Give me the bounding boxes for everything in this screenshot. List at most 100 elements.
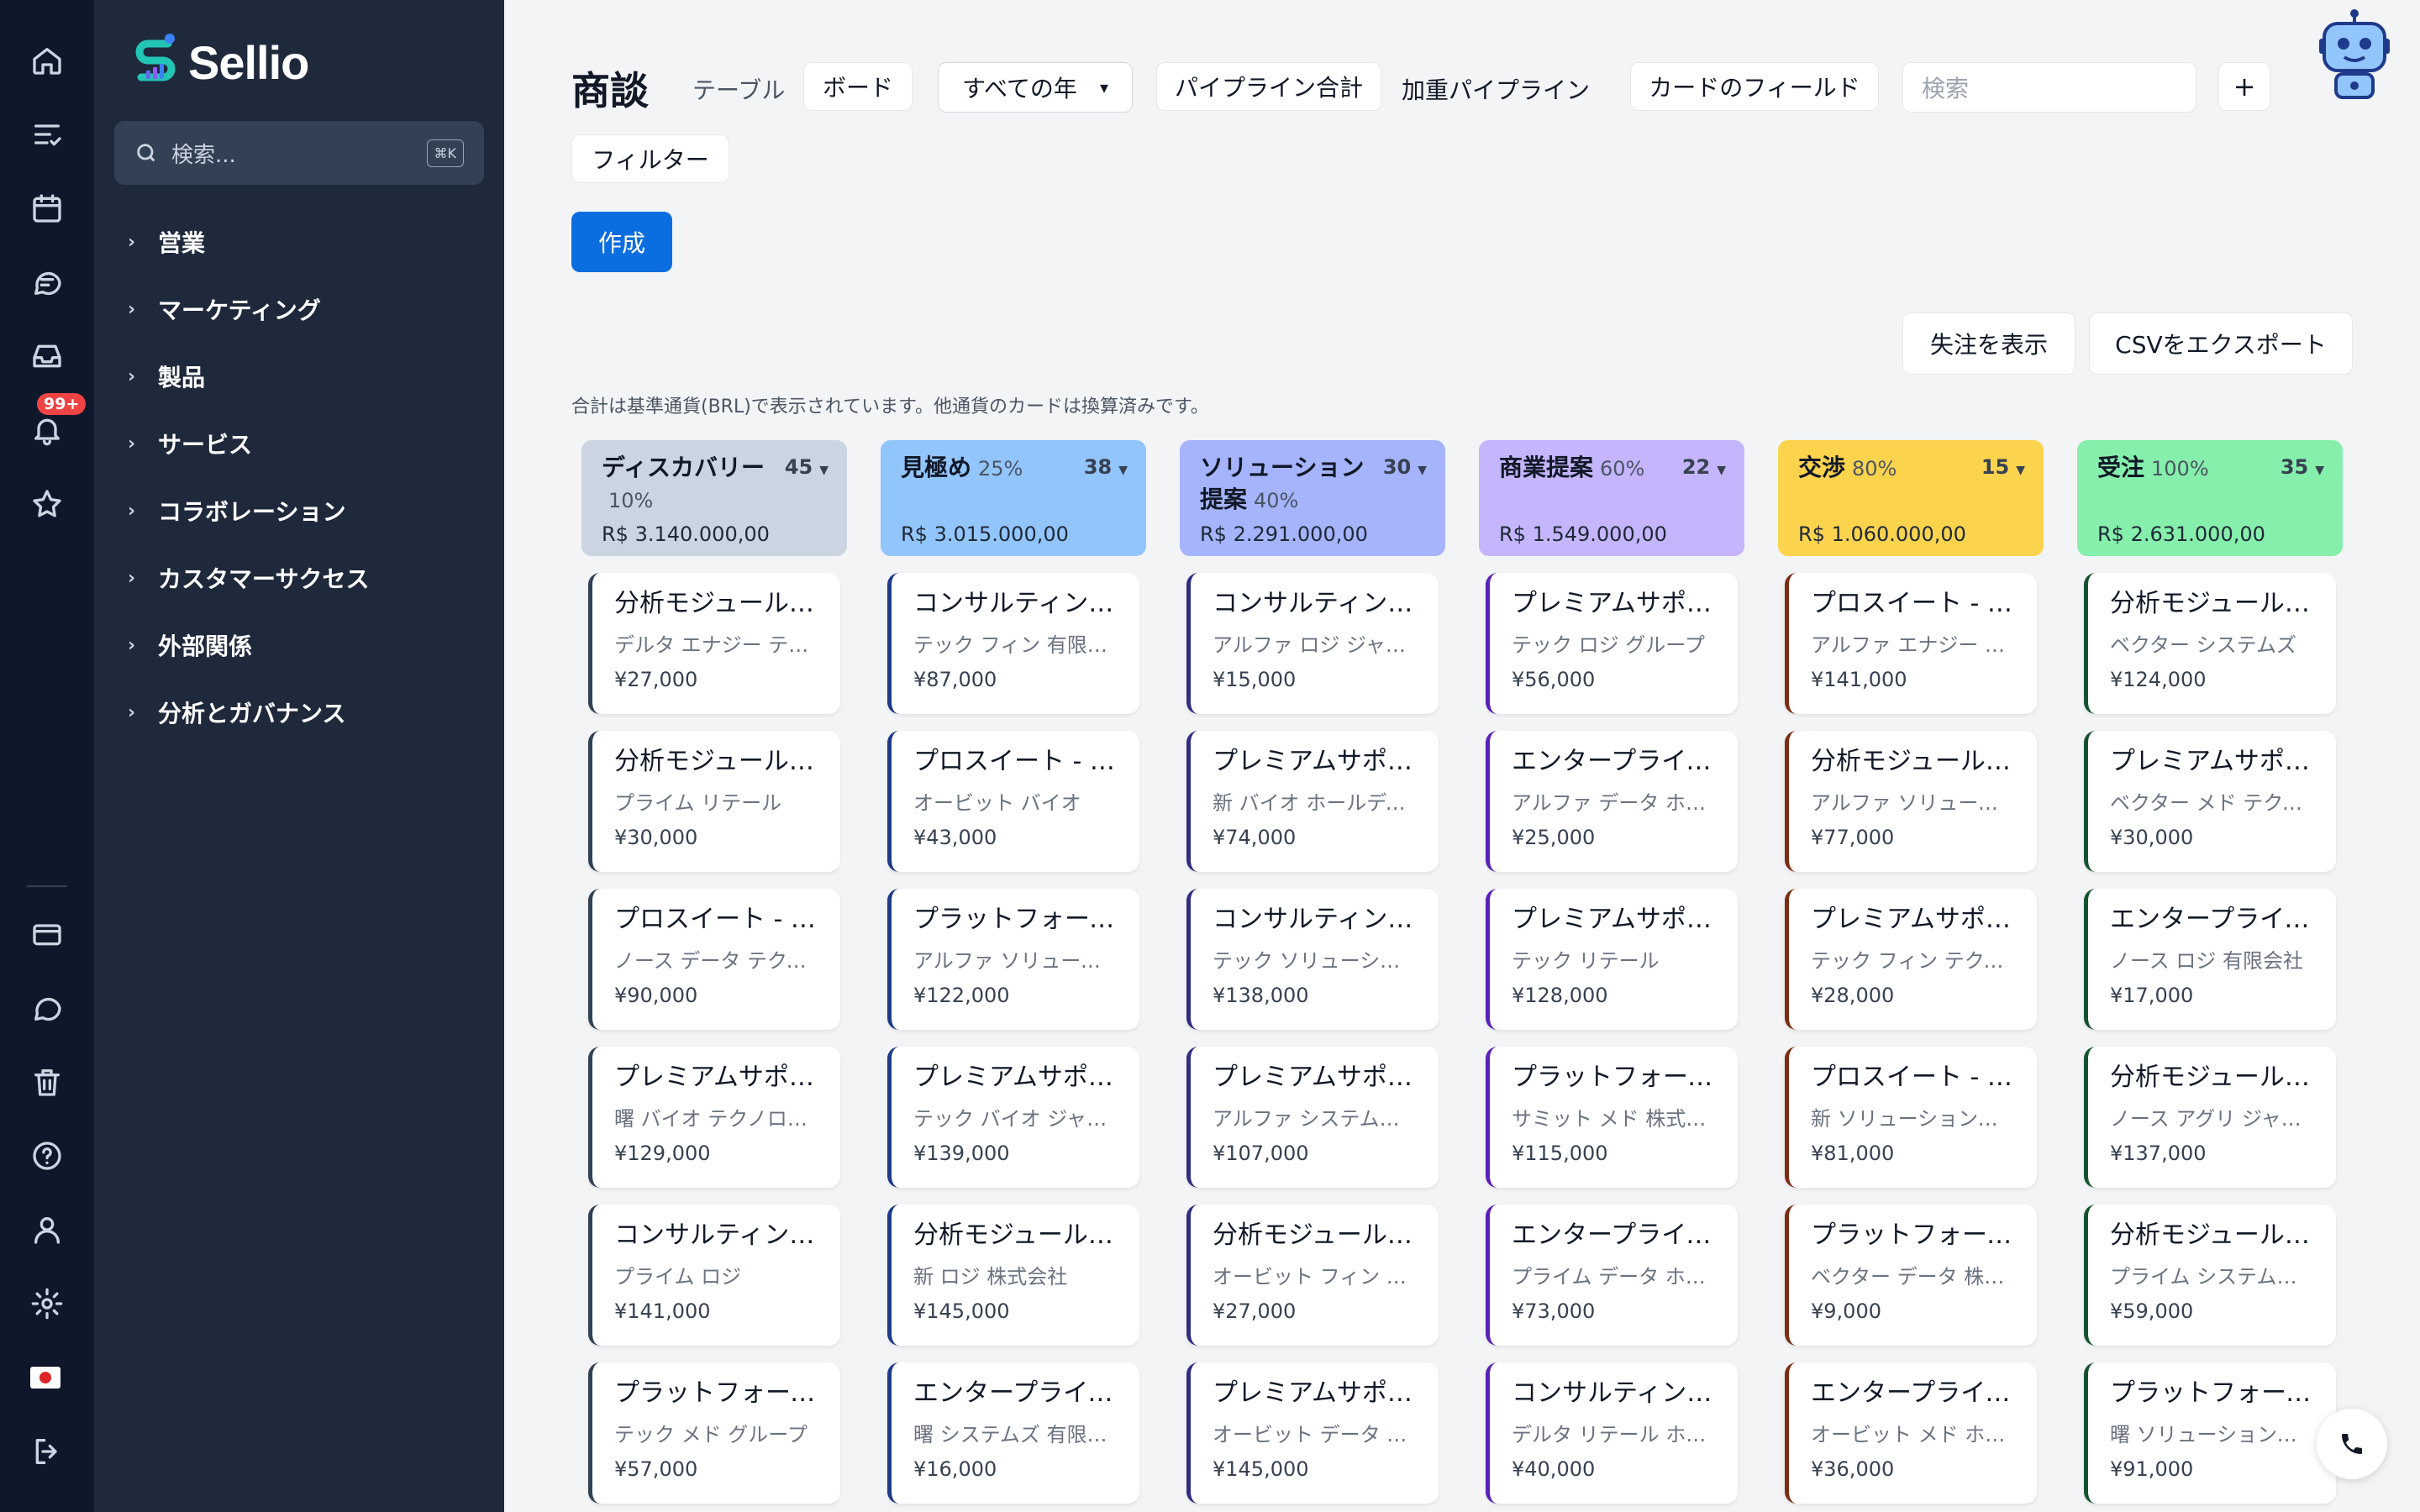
deal-card[interactable]: 分析モジュール - … ノース アグリ ジャパン ¥137,000: [2084, 1047, 2336, 1188]
column-header[interactable]: 受注 100% 35 ▼ R$ 2.631.000,00: [2077, 440, 2343, 556]
deal-card[interactable]: プレミアムサポー… テック ロジ グループ ¥56,000: [1486, 573, 1738, 714]
trash-icon[interactable]: [27, 1062, 67, 1102]
deal-card[interactable]: エンタープライズ… アルファ データ ホー… ¥25,000: [1486, 731, 1738, 872]
deal-card[interactable]: コンサルティング… デルタ リテール ホー… ¥40,000: [1486, 1362, 1738, 1504]
deal-card[interactable]: コンサルティング… アルファ ロジ ジャパ… ¥15,000: [1186, 573, 1439, 714]
deal-title: プロスイート - オ…: [913, 747, 1119, 776]
column-count[interactable]: 22 ▼: [1682, 455, 1726, 479]
tab-board[interactable]: ボード: [803, 62, 913, 111]
deal-card[interactable]: プロスイート - 新… 新 ソリューションズ … ¥81,000: [1785, 1047, 2037, 1188]
deal-amount: ¥40,000: [1512, 1457, 1596, 1481]
deal-card[interactable]: 分析モジュール - … プライム システムズ … ¥59,000: [2084, 1205, 2336, 1346]
column-header[interactable]: 商業提案 60% 22 ▼ R$ 1.549.000,00: [1479, 440, 1744, 556]
column-count[interactable]: 45 ▼: [785, 455, 829, 479]
tasks-icon[interactable]: [27, 114, 67, 155]
deal-card[interactable]: エンタープライズ… オービット メド ホー… ¥36,000: [1785, 1362, 2037, 1504]
chevron-right-icon: ›: [128, 500, 136, 522]
deal-card[interactable]: エンタープライズ… 曙 システムズ 有限会… ¥16,000: [887, 1362, 1139, 1504]
deal-amount: ¥107,000: [1213, 1142, 1309, 1165]
deal-card[interactable]: プレミアムサポー… オービット データ ジ… ¥145,000: [1186, 1362, 1439, 1504]
column-count[interactable]: 38 ▼: [1084, 455, 1128, 479]
sidebar-item-analytics[interactable]: › 分析とガバナンス: [128, 679, 369, 746]
deal-card[interactable]: 分析モジュール - … デルタ エナジー テク… ¥27,000: [588, 573, 840, 714]
bell-icon[interactable]: [27, 410, 67, 450]
pipeline-total-toggle[interactable]: パイプライン合計: [1156, 62, 1381, 111]
column-count[interactable]: 15 ▼: [1981, 455, 2025, 479]
deal-card[interactable]: 分析モジュール - … アルファ ソリューシ… ¥77,000: [1785, 731, 2037, 872]
star-icon[interactable]: [27, 484, 67, 524]
deal-card[interactable]: 分析モジュール - … プライム リテール ¥30,000: [588, 731, 840, 872]
flag-icon[interactable]: [30, 1367, 60, 1389]
sidebar-item-service[interactable]: › サービス: [128, 410, 369, 477]
deal-card[interactable]: コンサルティング… テック ソリューショ… ¥138,000: [1186, 889, 1439, 1030]
deal-card[interactable]: プロスイート - オ… オービット バイオ ¥43,000: [887, 731, 1139, 872]
deal-company: ベクター システムズ: [2110, 633, 2296, 657]
deal-card[interactable]: プレミアムサポー… テック リテール ¥128,000: [1486, 889, 1738, 1030]
deal-amount: ¥91,000: [2110, 1457, 2194, 1481]
filter-button[interactable]: フィルター: [571, 134, 729, 183]
column-header[interactable]: ディスカバリー 10% 45 ▼ R$ 3.140.000,00: [581, 440, 847, 556]
deal-card[interactable]: プレミアムサポー… 曙 バイオ テクノロジ… ¥129,000: [588, 1047, 840, 1188]
deal-card[interactable]: プラットフォーム… サミット メド 株式… ¥115,000: [1486, 1047, 1738, 1188]
create-button[interactable]: 作成: [571, 212, 672, 272]
deal-card[interactable]: エンタープライズ… ノース ロジ 有限会社 ¥17,000: [2084, 889, 2336, 1030]
deal-company: アルファ ロジ ジャパ…: [1213, 633, 1418, 657]
deal-card[interactable]: コンサルティング… プライム ロジ ¥141,000: [588, 1205, 840, 1346]
tab-table[interactable]: テーブル: [692, 72, 785, 106]
message-icon[interactable]: [27, 988, 67, 1028]
inbox-icon[interactable]: [27, 336, 67, 376]
sidebar-item-products[interactable]: › 製品: [128, 343, 369, 410]
deal-card[interactable]: プレミアムサポー… アルファ システムズ … ¥107,000: [1186, 1047, 1439, 1188]
deal-card[interactable]: プレミアムサポー… 新 バイオ ホールディ… ¥74,000: [1186, 731, 1439, 872]
help-icon[interactable]: [27, 1136, 67, 1176]
deal-card[interactable]: プレミアムサポー… テック バイオ ジャパ… ¥139,000: [887, 1047, 1139, 1188]
assistant-bot-icon[interactable]: [2316, 8, 2393, 101]
show-lost-button[interactable]: 失注を表示: [1902, 312, 2075, 375]
deal-amount: ¥129,000: [614, 1142, 711, 1165]
deal-card[interactable]: プラットフォーム… アルファ ソリューシ… ¥122,000: [887, 889, 1139, 1030]
chat-icon[interactable]: [27, 262, 67, 302]
deal-card[interactable]: プロスイート - ノ… ノース データ テクノ… ¥90,000: [588, 889, 840, 1030]
search-input[interactable]: 検索: [1902, 62, 2196, 113]
deal-card[interactable]: プラットフォーム… テック メド グループ ¥57,000: [588, 1362, 840, 1504]
calendar-icon[interactable]: [27, 188, 67, 228]
deal-card[interactable]: プロスイート - ア… アルファ エナジー ジ… ¥141,000: [1785, 573, 2037, 714]
sidebar-item-customer-success[interactable]: › カスタマーサクセス: [128, 544, 369, 612]
weighted-pipeline-toggle[interactable]: 加重パイプライン: [1402, 72, 1590, 106]
card-fields-button[interactable]: カードのフィールド: [1630, 62, 1879, 111]
deal-card[interactable]: プラットフォーム… 曙 ソリューションズ … ¥91,000: [2084, 1362, 2336, 1504]
deal-card[interactable]: エンタープライズ… プライム データ ホー… ¥73,000: [1486, 1205, 1738, 1346]
column-count[interactable]: 35 ▼: [2281, 455, 2324, 479]
deal-card[interactable]: プレミアムサポー… テック フィン テクノ… ¥28,000: [1785, 889, 2037, 1030]
column-header[interactable]: 見極め 25% 38 ▼ R$ 3.015.000,00: [881, 440, 1146, 556]
year-select[interactable]: すべての年 ▾: [938, 62, 1133, 113]
deal-card[interactable]: 分析モジュール - … ベクター システムズ ¥124,000: [2084, 573, 2336, 714]
deal-card[interactable]: プラットフォーム… ベクター データ 株… ¥9,000: [1785, 1205, 2037, 1346]
add-button[interactable]: +: [2218, 62, 2270, 111]
sidebar-search[interactable]: 検索... ⌘K: [114, 121, 484, 185]
deal-card[interactable]: コンサルティング… テック フィン 有限会… ¥87,000: [887, 573, 1139, 714]
column-header[interactable]: 交渉 80% 15 ▼ R$ 1.060.000,00: [1778, 440, 2044, 556]
deal-title: プラットフォーム…: [1512, 1063, 1718, 1092]
gear-icon[interactable]: [27, 1284, 67, 1324]
deal-card[interactable]: プレミアムサポー… ベクター メド テクノ… ¥30,000: [2084, 731, 2336, 872]
card-icon[interactable]: [27, 914, 67, 954]
deal-card[interactable]: 分析モジュール - … 新 ロジ 株式会社 ¥145,000: [887, 1205, 1139, 1346]
sidebar-item-marketing[interactable]: › マーケティング: [128, 276, 369, 343]
deal-company: オービット フィン グ…: [1213, 1265, 1418, 1289]
phone-button[interactable]: [2317, 1409, 2387, 1479]
deal-title: プロスイート - 新…: [1811, 1063, 2017, 1092]
brand[interactable]: Sellio: [129, 32, 309, 92]
deal-card[interactable]: 分析モジュール - … オービット フィン グ… ¥27,000: [1186, 1205, 1439, 1346]
phone-icon: [2342, 1434, 2362, 1454]
currency-note: 合計は基準通貨(BRL)で表示されています。他通貨のカードは換算済みです。: [571, 396, 1209, 417]
export-csv-button[interactable]: CSVをエクスポート: [2089, 312, 2353, 375]
logout-icon[interactable]: [27, 1431, 67, 1472]
column-header[interactable]: ソリューション提案 40% 30 ▼ R$ 2.291.000,00: [1180, 440, 1445, 556]
sidebar-item-collaboration[interactable]: › コラボレーション: [128, 477, 369, 544]
user-icon[interactable]: [27, 1210, 67, 1250]
sidebar-item-external[interactable]: › 外部関係: [128, 612, 369, 679]
column-count[interactable]: 30 ▼: [1383, 455, 1427, 479]
home-icon[interactable]: [27, 40, 67, 81]
sidebar-item-sales[interactable]: › 営業: [128, 208, 369, 276]
